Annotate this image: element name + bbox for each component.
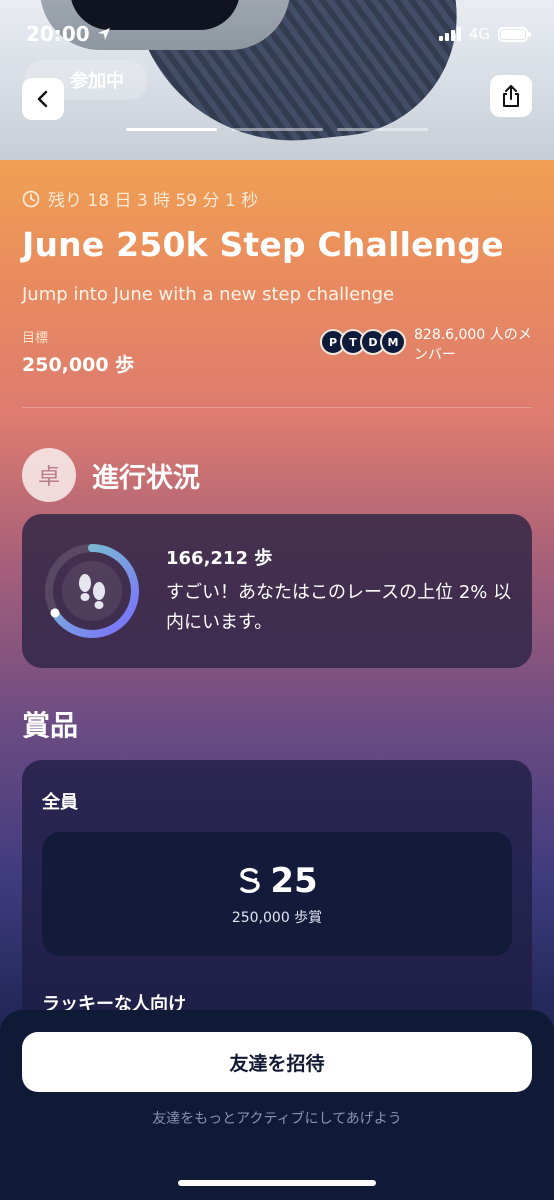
status-left: 20:00 [26, 22, 112, 46]
joined-label: 参加中 [70, 71, 124, 92]
current-steps: 166,212 歩 [166, 548, 273, 569]
battery-icon [498, 26, 531, 42]
ring-center [62, 561, 122, 621]
challenge-title: June 250k Step Challenge [22, 225, 504, 264]
time-remaining: 残り 18 日 3 時 59 分 1 秒 [22, 186, 532, 211]
challenge-content: 残り 18 日 3 時 59 分 1 秒 June 250k Step Chal… [22, 186, 532, 1060]
pager-dot-3[interactable] [336, 128, 428, 131]
reward-subtitle: 250,000 歩賞 [231, 910, 323, 926]
timer-text: 残り 18 日 3 時 59 分 1 秒 [48, 191, 259, 211]
rank-message: すごい！あなたはこのレースの上位 2% 以内にいます。 [166, 582, 512, 633]
prizes-title: 賞品 [22, 709, 79, 742]
progress-section-icon: 卓 [22, 448, 76, 502]
home-indicator[interactable] [178, 1180, 376, 1186]
divider [22, 407, 532, 408]
back-button[interactable] [22, 78, 64, 120]
goal-block: 目標 250,000 歩 [22, 327, 134, 377]
goal-row: 目標 250,000 歩 P T D M 828.6,000 人のメンバー [22, 327, 532, 377]
coin-icon [240, 867, 261, 894]
reward-amount: 25 [270, 861, 318, 901]
progress-card[interactable]: 166,212 歩 すごい！あなたはこのレースの上位 2% 以内にいます。 [22, 514, 532, 668]
goal-value: 250,000 歩 [22, 354, 135, 376]
members-count: 828.6,000 人のメンバー [414, 327, 532, 363]
invite-friends-button[interactable]: 友達を招待 [22, 1032, 532, 1092]
pager-dot-2[interactable] [231, 128, 323, 131]
progress-section-header: 卓 進行状況 [22, 448, 532, 502]
challenge-screen: 20:00 4G 参加中 残り 18 日 3 時 59 分 1 秒 June 2… [0, 0, 554, 1200]
clock-icon [22, 190, 40, 207]
ring-end-dot [50, 608, 60, 618]
status-time: 20:00 [26, 22, 90, 46]
share-icon [503, 85, 519, 107]
members-block[interactable]: P T D M 828.6,000 人のメンバー [320, 325, 532, 365]
network-label: 4G [468, 25, 490, 43]
location-arrow-icon [97, 28, 110, 40]
status-right: 4G [438, 25, 531, 43]
avatar: M [380, 329, 406, 355]
share-button[interactable] [490, 75, 532, 117]
back-chevron-icon [37, 90, 48, 108]
prize-tier-everyone: 全員 [42, 792, 78, 813]
progress-ring [42, 541, 142, 641]
member-avatars[interactable]: P T D M [320, 329, 406, 355]
pager-dot-1[interactable] [126, 128, 218, 131]
signal-icon [438, 27, 461, 41]
reward-amount-row: 25 [236, 861, 318, 901]
progress-ring-svg [45, 544, 139, 638]
progress-text: 166,212 歩 すごい！あなたはこのレースの上位 2% 以内にいます。 [166, 544, 516, 638]
reward-box[interactable]: 25 250,000 歩賞 [42, 832, 512, 956]
goal-label: 目標 [22, 331, 49, 346]
status-bar: 20:00 4G [0, 18, 554, 50]
progress-section-title: 進行状況 [92, 462, 200, 494]
hero-pager[interactable] [126, 128, 428, 132]
invite-subtitle: 友達をもっとアクティブにしてあげよう [152, 1111, 402, 1127]
challenge-subtitle: Jump into June with a new step challenge [22, 284, 395, 305]
bottom-sheet: 友達を招待 友達をもっとアクティブにしてあげよう [0, 1010, 554, 1200]
